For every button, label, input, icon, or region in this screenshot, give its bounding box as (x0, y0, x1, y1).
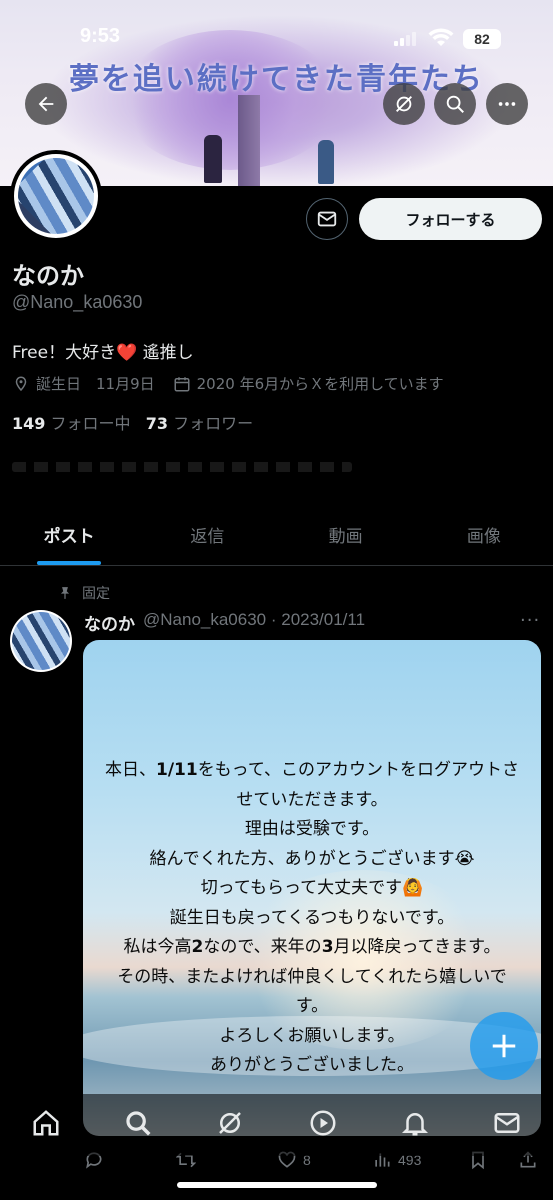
profile-name: なのか (12, 262, 84, 290)
follow-button[interactable]: フォローする (359, 198, 542, 240)
home-icon (33, 1110, 59, 1136)
back-button[interactable] (25, 83, 67, 125)
mail-icon (494, 1113, 520, 1133)
image-text-bold: 2 (191, 937, 204, 957)
banner-figure (318, 140, 334, 184)
image-text-line: 絡んでくれた方、ありがとうございます😭 (149, 848, 475, 869)
bell-icon (401, 1113, 428, 1136)
post-meta: @Nano_ka0630 · 2023/01/11 (143, 610, 366, 629)
profile-tabs: ポスト 返信 動画 画像 (0, 510, 553, 566)
blurred-row (12, 462, 352, 472)
image-text-bold: 3 (321, 937, 334, 957)
battery-icon: 82 (463, 29, 501, 49)
home-indicator[interactable] (177, 1182, 377, 1188)
profile-avatar[interactable] (10, 150, 102, 242)
tab-videos[interactable]: 動画 (277, 510, 415, 565)
birthday-icon (15, 375, 27, 391)
avatar-image (18, 158, 94, 234)
status-time: 9:53 (80, 25, 121, 47)
grok-button[interactable] (383, 83, 425, 125)
search-button[interactable] (434, 83, 476, 125)
bio-text: 遙推し (137, 343, 194, 363)
image-text-line: 誕生日も戻ってくるつもりないです。 (169, 907, 455, 928)
image-text-line: す。 (295, 996, 329, 1016)
post-image[interactable]: 本日、1/11をもって、このアカウントをログアウトさ せていただきます。 理由は… (83, 640, 541, 1136)
following-label: フォロー中 (45, 414, 131, 433)
followers-link[interactable]: 73 フォロワー (146, 414, 253, 433)
nav-home[interactable] (31, 1108, 61, 1142)
profile-handle: @Nano_ka0630 (12, 292, 143, 312)
more-button[interactable] (486, 83, 528, 125)
search-icon (446, 95, 464, 113)
status-bar: 9:53 82 (0, 22, 553, 54)
following-count: 149 (12, 414, 46, 433)
pinned-indicator: 固定 (58, 583, 110, 603)
nav-messages[interactable] (492, 1108, 522, 1142)
image-text-line: 月以降戻ってきます。 (333, 937, 501, 957)
following-link[interactable]: 149 フォロー中 (12, 414, 131, 433)
image-text-line: その時、またよければ仲良くしてくれたら嬉しいで (117, 966, 507, 987)
more-icon (498, 102, 516, 106)
nav-video[interactable] (308, 1108, 338, 1142)
follow-counts: 149 フォロー中 73 フォロワー (12, 410, 253, 434)
calendar-icon (174, 376, 190, 391)
tab-replies[interactable]: 返信 (138, 510, 276, 565)
post-avatar[interactable] (10, 610, 72, 672)
post-header: なのか @Nano_ka0630 · 2023/01/11 (84, 610, 365, 635)
image-text-line: 本日、 (104, 760, 156, 780)
image-text-bold: 1/11 (155, 760, 198, 780)
image-text-line: 理由は受験です。 (244, 819, 380, 839)
avatar-image (12, 612, 70, 670)
pinned-label: 固定 (82, 586, 110, 602)
nav-grok[interactable] (215, 1108, 245, 1142)
post-author[interactable]: なのか (84, 610, 135, 635)
nav-search[interactable] (123, 1108, 153, 1142)
grok-icon (396, 96, 412, 112)
message-icon (317, 211, 337, 227)
image-text-line: なので、来年の (203, 937, 322, 957)
birthday-text: 誕生日 11月9日 (36, 375, 155, 393)
image-text-line: をもって、このアカウントをログアウトさ (197, 760, 519, 780)
nav-notifications[interactable] (400, 1108, 430, 1142)
tab-images[interactable]: 画像 (415, 510, 553, 565)
message-button[interactable] (306, 198, 348, 240)
compose-button[interactable] (470, 1012, 538, 1080)
grok-icon (219, 1112, 242, 1134)
signal-icon (394, 32, 416, 46)
back-arrow-icon (38, 96, 54, 112)
joined-text: 2020 年6月からＸを利用しています (196, 375, 444, 393)
image-text-line: 私は今高 (123, 937, 192, 957)
heart-emoji: ❤️ (116, 343, 138, 363)
post-more-icon[interactable]: ··· (520, 610, 540, 631)
profile-bio: Free！大好き❤️ 遙推し (12, 338, 194, 363)
profile-meta: 誕生日 11月9日 2020 年6月からＸを利用しています (12, 373, 444, 394)
banner-figure (204, 135, 222, 183)
tab-posts[interactable]: ポスト (0, 510, 138, 565)
bio-text: Free！大好き (12, 343, 117, 363)
search-icon (126, 1111, 151, 1136)
image-text-line: せていただきます。 (236, 789, 388, 810)
followers-count: 73 (145, 414, 169, 433)
play-icon (310, 1110, 336, 1136)
image-text-line: 切ってもらって大丈夫です🙆 (200, 878, 424, 898)
pin-icon (60, 587, 70, 599)
bottom-nav (0, 1094, 553, 1156)
banner-tree-trunk (238, 95, 260, 186)
followers-label: フォロワー (168, 414, 254, 433)
plus-icon (492, 1034, 516, 1058)
wifi-icon (428, 28, 454, 46)
